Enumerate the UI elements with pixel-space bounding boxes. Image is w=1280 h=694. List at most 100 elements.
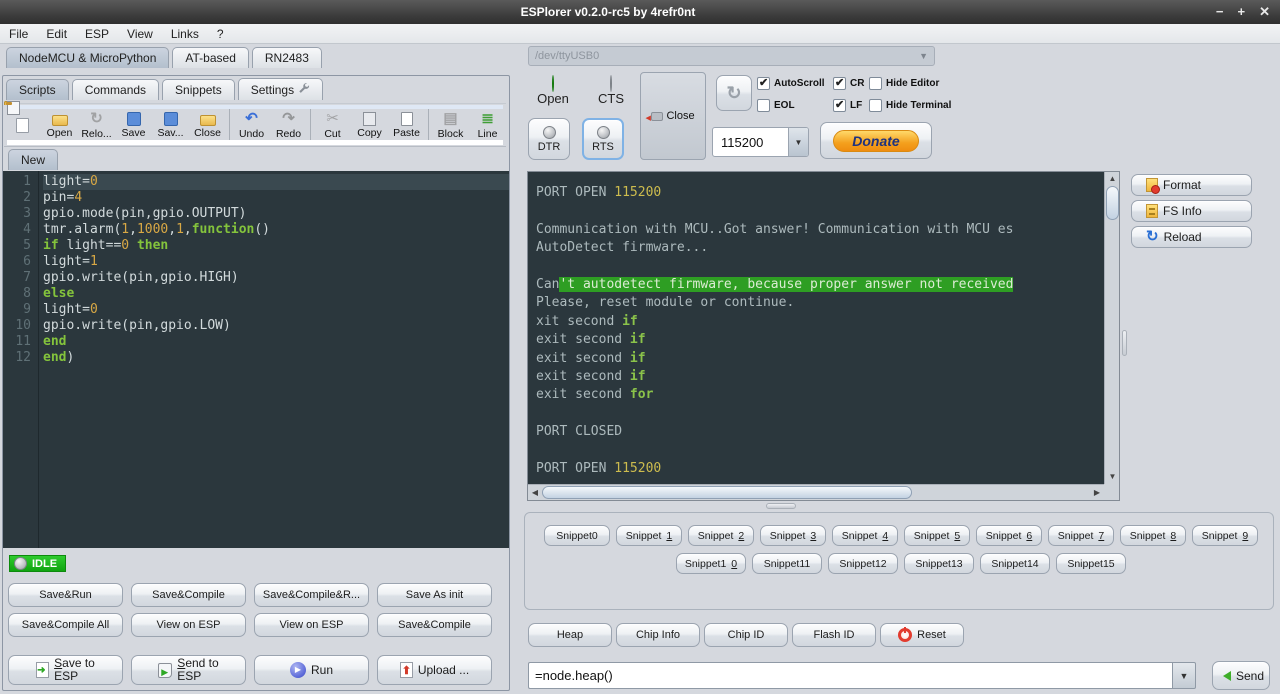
hide-terminal-checkbox[interactable]: Hide Terminal (869, 99, 951, 112)
menu-file[interactable]: File (0, 25, 37, 43)
tab-commands[interactable]: Commands (71, 78, 160, 100)
flash-id-button[interactable]: Flash ID (792, 623, 876, 647)
maximize-button[interactable]: + (1238, 4, 1246, 20)
tab-at-based[interactable]: AT-based (172, 47, 249, 68)
send-button[interactable]: Send (1212, 661, 1270, 690)
save-compile-button[interactable]: Save&Compile (131, 583, 246, 607)
menu-view[interactable]: View (118, 25, 162, 43)
snippet4-button[interactable]: Snippet 4 (832, 525, 898, 546)
hscroll-thumb[interactable] (542, 486, 912, 499)
code-area[interactable]: light=0 pin=4 gpio.mode(pin,gpio.OUTPUT) tm… (39, 171, 509, 548)
tab-nodemcu-micropython[interactable]: NodeMCU & MicroPython (6, 47, 170, 68)
code-segment: 1 (121, 222, 130, 237)
rts-button[interactable]: RTS (582, 118, 624, 160)
lf-checkbox[interactable]: LF (833, 98, 864, 112)
menu-edit[interactable]: Edit (37, 25, 76, 43)
checkbox-icon[interactable] (833, 98, 846, 112)
autoscroll-checkbox[interactable]: AutoScroll (757, 76, 825, 90)
checkbox-icon[interactable] (833, 76, 846, 90)
hide-editor-checkbox[interactable]: Hide Editor (869, 77, 951, 90)
snippet7-button[interactable]: Snippet 7 (1048, 525, 1114, 546)
vertical-splitter-handle[interactable] (1122, 330, 1127, 356)
snippet12-button[interactable]: Snippet12 (828, 553, 898, 574)
checkbox-icon[interactable] (757, 76, 770, 90)
open-button[interactable]: Open (41, 111, 78, 139)
tab-rn2483[interactable]: RN2483 (251, 47, 322, 68)
snippet15-button[interactable]: Snippet15 (1056, 553, 1126, 574)
view-on-esp-button[interactable]: View on ESP (131, 613, 246, 637)
serial-port-select[interactable]: /dev/ttyUSB0 ▼ (528, 46, 935, 66)
undo-button[interactable]: ↶ Undo (233, 110, 270, 140)
command-input[interactable] (528, 662, 1172, 689)
terminal-segment: Can (536, 276, 560, 292)
heap-button[interactable]: Heap (528, 623, 612, 647)
save-run-button[interactable]: Save&Run (8, 583, 123, 607)
save-button[interactable]: Save (115, 111, 152, 139)
snippet11-button[interactable]: Snippet11 (752, 553, 822, 574)
snippet3-button[interactable]: Snippet 3 (760, 525, 826, 546)
run-button[interactable]: ▶ Run (254, 655, 369, 685)
format-button[interactable]: Format (1131, 174, 1252, 196)
scroll-right-icon[interactable]: ▶ (1090, 485, 1104, 500)
fs-info-button[interactable]: FS Info (1131, 200, 1252, 222)
refresh-ports-button[interactable]: ↻ (716, 75, 752, 111)
reset-button[interactable]: Reset (880, 623, 964, 647)
view-on-esp-button[interactable]: View on ESP (254, 613, 369, 637)
serial-terminal[interactable]: PORT OPEN 115200 Communication with MCU.… (528, 172, 1104, 484)
eol-checkbox[interactable]: EOL (757, 99, 825, 112)
upload-button[interactable]: Upload ... (377, 655, 492, 685)
tab-settings[interactable]: Settings (237, 78, 324, 100)
snippet9-button[interactable]: Snippet 9 (1192, 525, 1258, 546)
snippet8-button[interactable]: Snippet 8 (1120, 525, 1186, 546)
code-editor[interactable]: 1 2 3 4 5 6 7 8 9 10 11 12 light=0 pin=4 gpio.mode(pi… (3, 171, 509, 548)
checkbox-icon[interactable] (869, 77, 882, 90)
chip-id-button[interactable]: Chip ID (704, 623, 788, 647)
menu-esp[interactable]: ESP (76, 25, 118, 43)
terminal-vscrollbar[interactable]: ▲ ▼ (1104, 172, 1119, 484)
close-button[interactable]: ✕ (1259, 4, 1270, 20)
checkbox-icon[interactable] (869, 99, 882, 112)
reload-blue-icon: ↻ (1146, 228, 1159, 245)
send-to-esp-button[interactable]: Send toESP (131, 655, 246, 685)
cr-checkbox[interactable]: CR (833, 76, 864, 90)
baud-rate-select[interactable]: 115200 ▼ (712, 127, 809, 157)
snippet0-button[interactable]: Snippet0 (544, 525, 610, 546)
horizontal-splitter-handle[interactable] (766, 503, 796, 509)
save-compile-button[interactable]: Save&Compile (377, 613, 492, 637)
scroll-left-icon[interactable]: ◀ (528, 485, 542, 500)
terminal-segment: PORT OPEN (536, 460, 615, 476)
snippet2-button[interactable]: Snippet 2 (688, 525, 754, 546)
tab-snippets[interactable]: Snippets (162, 78, 235, 100)
scroll-down-icon[interactable]: ▼ (1105, 470, 1120, 484)
snippet14-button[interactable]: Snippet14 (980, 553, 1050, 574)
terminal-hscrollbar[interactable]: ◀ ▶ (528, 484, 1104, 500)
snippet5-button[interactable]: Snippet 5 (904, 525, 970, 546)
menu-links[interactable]: Links (162, 25, 208, 43)
minimize-button[interactable]: − (1216, 4, 1224, 20)
tab-scripts[interactable]: Scripts (6, 78, 69, 100)
checkbox-icon[interactable] (757, 99, 770, 112)
snippet10-button[interactable]: Snippet1 0 (676, 553, 746, 574)
scroll-up-icon[interactable]: ▲ (1105, 172, 1120, 186)
line-comment-button[interactable]: ≣ Line (469, 110, 506, 140)
terminal-line: AutoDetect firmware... (536, 239, 1104, 257)
tab-new-file[interactable]: New (8, 149, 59, 170)
snippet6-button[interactable]: Snippet 6 (976, 525, 1042, 546)
save-to-esp-button[interactable]: Save toESP (8, 655, 123, 685)
new-file-button[interactable] (4, 117, 41, 134)
save-compile-all-button[interactable]: Save&Compile All (8, 613, 123, 637)
reload-fs-button[interactable]: ↻ Reload (1131, 226, 1252, 248)
save-as-init-button[interactable]: Save As init (377, 583, 492, 607)
vscroll-thumb[interactable] (1106, 186, 1119, 220)
paste-button[interactable]: Paste (388, 111, 425, 139)
dtr-button[interactable]: DTR (528, 118, 570, 160)
donate-button[interactable]: Donate (820, 122, 932, 159)
menu-[interactable]: ? (208, 25, 233, 43)
chevron-down-icon[interactable]: ▼ (1172, 662, 1196, 689)
save-compile-r-button[interactable]: Save&Compile&R... (254, 583, 369, 607)
terminal-segment: 115200 (614, 460, 662, 476)
snippet1-button[interactable]: Snippet 1 (616, 525, 682, 546)
snippet13-button[interactable]: Snippet13 (904, 553, 974, 574)
close-port-button[interactable]: Close (640, 72, 706, 160)
chip-info-button[interactable]: Chip Info (616, 623, 700, 647)
